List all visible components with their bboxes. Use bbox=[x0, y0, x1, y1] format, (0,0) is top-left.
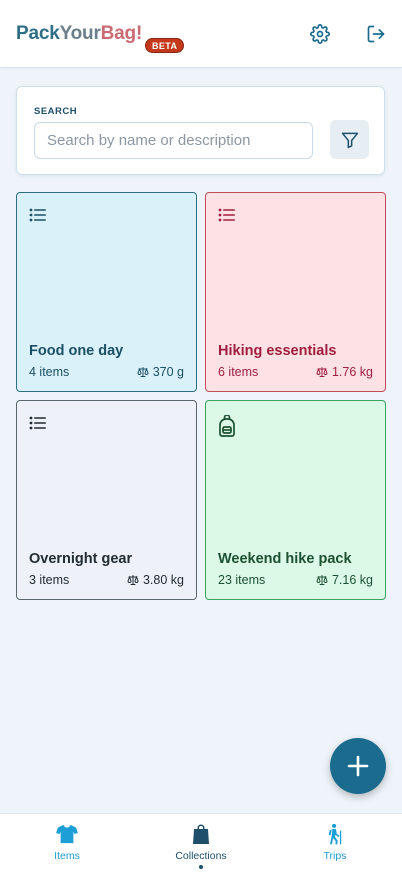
gear-icon bbox=[310, 24, 330, 44]
scale-icon bbox=[316, 575, 328, 585]
active-indicator bbox=[199, 865, 203, 869]
add-collection-button[interactable] bbox=[330, 738, 386, 794]
list-icon bbox=[29, 208, 46, 222]
collection-name: Hiking essentials bbox=[218, 343, 337, 359]
collection-weight: 1.76 kg bbox=[316, 365, 373, 379]
filter-icon bbox=[341, 132, 358, 148]
filter-button[interactable] bbox=[330, 120, 369, 159]
collection-item-count: 3 items bbox=[29, 573, 70, 587]
nav-tab-collections[interactable]: Collections bbox=[134, 814, 268, 874]
shirt-icon bbox=[56, 824, 78, 844]
collection-item-count: 23 items bbox=[218, 573, 266, 587]
nav-tab-trips[interactable]: Trips bbox=[268, 814, 402, 874]
logo-text-pack: Pack bbox=[16, 23, 60, 44]
bag-icon bbox=[193, 824, 209, 844]
collection-weight-value: 3.80 kg bbox=[142, 573, 184, 587]
backpack-icon bbox=[219, 415, 235, 437]
logout-icon bbox=[367, 25, 385, 43]
collection-weight-value: 370 g bbox=[152, 365, 184, 379]
hiker-icon bbox=[328, 823, 342, 845]
nav-label: Collections bbox=[175, 850, 227, 862]
list-icon bbox=[29, 416, 46, 430]
collection-card[interactable]: Weekend hike pack 23 items 7.16 kg bbox=[205, 400, 386, 600]
scale-icon bbox=[316, 367, 328, 377]
collection-card[interactable]: Overnight gear 3 items 3.80 kg bbox=[16, 400, 197, 600]
collection-weight: 3.80 kg bbox=[127, 573, 184, 587]
collection-weight: 370 g bbox=[137, 365, 184, 379]
logo-text-your: Your bbox=[59, 23, 101, 44]
collection-weight: 7.16 kg bbox=[316, 573, 373, 587]
logo-text-bag: Bag! bbox=[100, 23, 143, 44]
beta-badge: BETA bbox=[145, 38, 185, 53]
search-panel: SEARCH bbox=[16, 86, 385, 175]
app-logo[interactable]: PackYourBag! bbox=[16, 23, 142, 45]
nav-label: Trips bbox=[323, 850, 347, 862]
bottom-navigation: Items Collections Trips bbox=[0, 813, 402, 874]
collection-weight-value: 7.16 kg bbox=[331, 573, 373, 587]
list-icon bbox=[218, 208, 235, 222]
collection-name: Weekend hike pack bbox=[218, 551, 352, 567]
search-input[interactable] bbox=[34, 122, 313, 159]
collection-card[interactable]: Hiking essentials 6 items 1.76 kg bbox=[205, 192, 386, 392]
collection-card[interactable]: Food one day 4 items 370 g bbox=[16, 192, 197, 392]
settings-button[interactable] bbox=[308, 22, 332, 46]
app-header: PackYourBag! BETA bbox=[0, 0, 402, 68]
search-label: SEARCH bbox=[34, 106, 78, 117]
collection-name: Food one day bbox=[29, 343, 124, 359]
collection-name: Overnight gear bbox=[29, 551, 133, 567]
collection-weight-value: 1.76 kg bbox=[331, 365, 373, 379]
collection-item-count: 4 items bbox=[29, 365, 70, 379]
logout-button[interactable] bbox=[364, 22, 388, 46]
nav-label: Items bbox=[54, 850, 80, 862]
nav-tab-items[interactable]: Items bbox=[0, 814, 134, 874]
plus-icon bbox=[347, 755, 369, 777]
scale-icon bbox=[127, 575, 139, 585]
scale-icon bbox=[137, 367, 149, 377]
collection-item-count: 6 items bbox=[218, 365, 259, 379]
